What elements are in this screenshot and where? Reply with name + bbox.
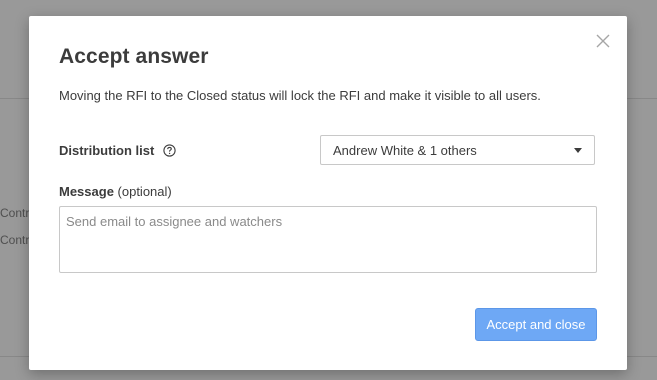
accept-and-close-button[interactable]: Accept and close xyxy=(475,308,597,341)
close-icon[interactable] xyxy=(595,33,611,49)
question-circle-icon[interactable] xyxy=(163,144,176,157)
dialog-title: Accept answer xyxy=(59,45,209,68)
distribution-list-value: Andrew White & 1 others xyxy=(333,142,477,158)
message-input[interactable]: Send email to assignee and watchers xyxy=(59,206,597,273)
message-placeholder: Send email to assignee and watchers xyxy=(66,214,283,229)
message-label-text: Message xyxy=(59,184,114,199)
accept-answer-dialog: Accept answer Moving the RFI to the Clos… xyxy=(29,16,627,370)
dialog-description: Moving the RFI to the Closed status will… xyxy=(59,88,541,103)
caret-down-icon xyxy=(574,148,582,153)
distribution-list-label: Distribution list xyxy=(59,143,176,158)
message-label: Message (optional) xyxy=(59,184,172,199)
distribution-list-select[interactable]: Andrew White & 1 others xyxy=(320,135,595,165)
distribution-list-label-text: Distribution list xyxy=(59,143,155,158)
message-optional-text: (optional) xyxy=(113,184,172,199)
